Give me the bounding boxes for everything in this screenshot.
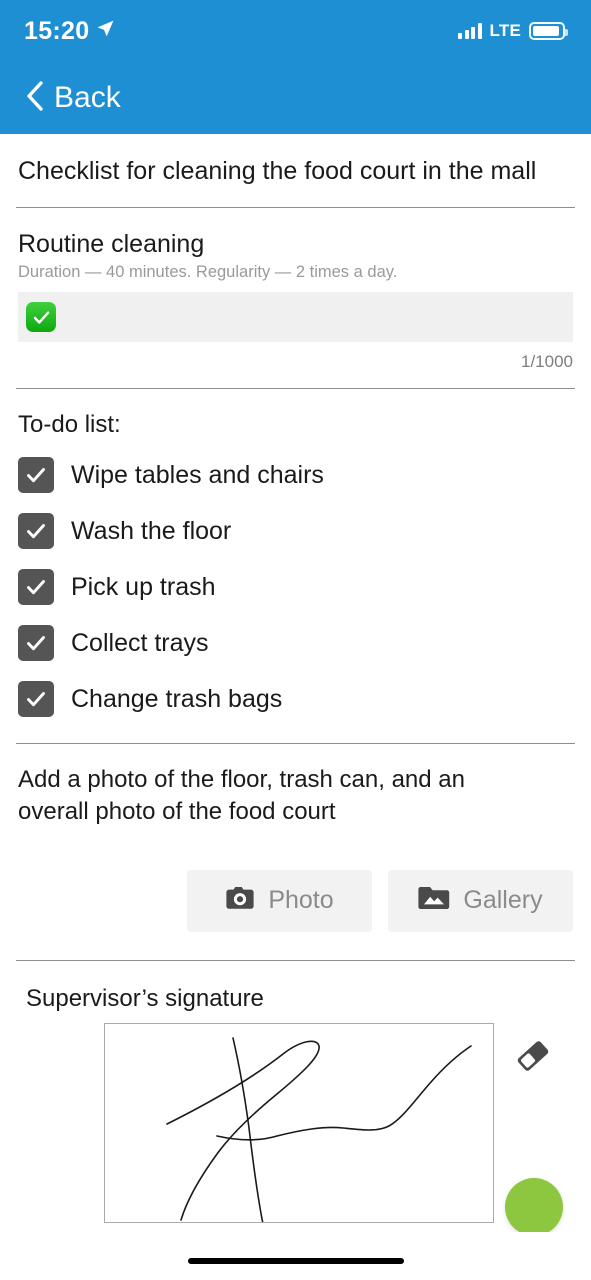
list-item-label: Wipe tables and chairs [71, 460, 324, 489]
list-item[interactable]: Wash the floor [18, 503, 573, 559]
network-type-label: LTE [489, 21, 521, 40]
photo-section: Add a photo of the floor, trash can, and… [0, 744, 591, 959]
task-answer-input[interactable] [18, 292, 573, 343]
checkbox-checked-icon[interactable] [18, 625, 54, 662]
take-photo-button[interactable]: Photo [187, 869, 372, 932]
signature-tools [512, 1023, 554, 1082]
back-button-label: Back [54, 81, 121, 114]
page-title: Checklist for cleaning the food court in… [18, 157, 537, 185]
list-item[interactable]: Collect trays [18, 615, 573, 671]
home-indicator[interactable] [187, 1258, 404, 1264]
checkbox-checked-icon[interactable] [18, 457, 54, 494]
cellular-signal-icon [458, 23, 482, 39]
status-bar-left: 15:20 [24, 16, 115, 45]
navigation-bar: Back [0, 62, 591, 134]
battery-icon [529, 22, 568, 40]
open-gallery-label: Gallery [463, 886, 543, 915]
chevron-left-icon [24, 80, 44, 117]
list-item[interactable]: Pick up trash [18, 559, 573, 615]
character-counter: 1/1000 [521, 352, 573, 372]
checkbox-checked-icon[interactable] [18, 569, 54, 606]
submit-fab-button[interactable] [505, 1178, 563, 1236]
take-photo-label: Photo [268, 886, 334, 915]
list-item-label: Wash the floor [71, 516, 232, 545]
signature-heading: Supervisor’s signature [26, 984, 264, 1012]
status-bar: 15:20 LTE [0, 0, 591, 62]
form-content: Checklist for cleaning the food court in… [0, 134, 591, 1223]
list-item[interactable]: Change trash bags [18, 671, 573, 727]
app-header: 15:20 LTE Back [0, 0, 591, 134]
task-meta: Duration — 40 minutes. Regularity — 2 ti… [18, 263, 398, 282]
app-screen: 15:20 LTE Back Checklist for cleaning th… [0, 0, 591, 1280]
photo-prompt-text: Add a photo of the floor, trash can, and… [18, 766, 465, 825]
list-item[interactable]: Wipe tables and chairs [18, 447, 573, 503]
checkbox-checked-icon[interactable] [18, 513, 54, 550]
todo-section: To-do list: Wipe tables and chairs Wash … [0, 389, 591, 743]
signature-area [18, 1022, 573, 1223]
eraser-icon[interactable] [512, 1035, 554, 1082]
list-item-label: Collect trays [71, 628, 209, 657]
status-bar-right: LTE [458, 21, 568, 41]
signature-section: Supervisor’s signature [0, 961, 591, 1223]
bottom-safe-area [0, 1232, 591, 1280]
todo-list-heading: To-do list: [18, 411, 121, 439]
list-item-label: Change trash bags [71, 684, 283, 713]
back-button[interactable]: Back [16, 74, 129, 123]
photo-button-group: Photo Gallery [18, 828, 573, 960]
task-section: Routine cleaning Duration — 40 minutes. … [0, 208, 591, 388]
checkbox-checked-icon[interactable] [18, 681, 54, 718]
camera-icon [225, 885, 255, 916]
task-title: Routine cleaning [18, 230, 205, 259]
open-gallery-button[interactable]: Gallery [388, 869, 573, 932]
signature-canvas[interactable] [104, 1022, 494, 1223]
location-arrow-icon [96, 19, 115, 43]
gallery-icon [418, 885, 450, 916]
signature-stroke [166, 1036, 472, 1222]
list-item-label: Pick up trash [71, 572, 216, 601]
green-check-emoji [26, 302, 56, 333]
status-bar-clock: 15:20 [24, 16, 90, 45]
